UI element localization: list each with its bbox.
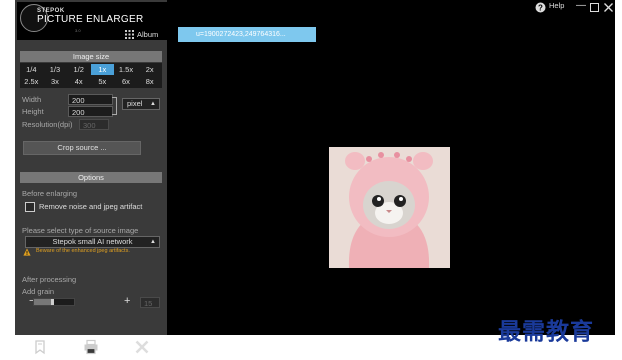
help-icon[interactable]: ? <box>535 2 546 13</box>
unit-select[interactable]: pixel ▲ <box>122 98 160 110</box>
resolution-label: Resolution(dpi) <box>22 120 73 129</box>
help-button[interactable]: Help <box>549 1 564 10</box>
window-close-icon[interactable] <box>604 3 613 12</box>
scale-option-1-4[interactable]: 1/4 <box>20 64 43 75</box>
grain-plus-button[interactable]: + <box>124 295 130 307</box>
scale-option-1x[interactable]: 1x <box>91 64 114 75</box>
watermark-text: 最需教育 <box>498 318 594 345</box>
warning-text: Beware of the enhanced jpeg artifacts. <box>36 248 130 254</box>
grain-slider[interactable] <box>33 298 75 306</box>
source-type-value: Stepok small AI network <box>52 237 133 246</box>
unit-select-value: pixel <box>127 99 143 108</box>
width-input[interactable]: 200 <box>68 94 113 105</box>
close-icon[interactable] <box>134 339 150 355</box>
preview-image <box>329 147 450 268</box>
logo-version: 3.0 <box>75 28 81 33</box>
remove-noise-checkbox[interactable] <box>25 202 35 212</box>
scale-option-1_5x[interactable]: 1.5x <box>115 64 138 75</box>
scale-option-5x[interactable]: 5x <box>91 76 114 87</box>
width-label: Width <box>22 95 42 104</box>
before-enlarging-label: Before enlarging <box>22 189 78 198</box>
scale-option-2_5x[interactable]: 2.5x <box>20 76 43 87</box>
height-label: Height <box>22 107 44 116</box>
scale-option-3x[interactable]: 3x <box>44 76 67 87</box>
source-type-label: Please select type of source image <box>22 226 139 235</box>
grain-slider-fill <box>34 299 51 305</box>
source-type-caret-icon: ▲ <box>150 239 156 245</box>
scale-option-2x[interactable]: 2x <box>138 64 161 75</box>
image-tab[interactable]: u=1900272423,249764316... <box>178 27 316 42</box>
scale-option-1-3[interactable]: 1/3 <box>44 64 67 75</box>
height-input[interactable]: 200 <box>68 106 113 117</box>
resolution-input[interactable]: 300 <box>79 119 109 130</box>
scale-option-4x[interactable]: 4x <box>67 76 90 87</box>
scale-option-6x[interactable]: 6x <box>115 76 138 87</box>
album-button[interactable]: Album <box>137 30 158 39</box>
maximize-icon[interactable] <box>590 3 599 12</box>
after-processing-label: After processing <box>22 275 77 284</box>
print-icon[interactable] <box>83 339 99 355</box>
svg-text:?: ? <box>538 4 543 13</box>
scale-grid: 1/4 1/3 1/2 1x 1.5x 2x 2.5x 3x 4x 5x 6x 8x <box>20 63 162 88</box>
grain-value-input[interactable]: 15 <box>140 297 160 308</box>
options-header: Options <box>20 172 162 183</box>
unit-caret-icon: ▲ <box>150 101 156 107</box>
grain-slider-thumb[interactable] <box>50 299 54 305</box>
scale-option-8x[interactable]: 8x <box>138 76 161 87</box>
source-type-select[interactable]: Stepok small AI network ▲ <box>25 236 160 248</box>
left-panel: STEPOK PICTURE ENLARGER 3.0 Image size 1… <box>15 0 167 335</box>
remove-noise-label: Remove noise and jpeg artifact <box>39 202 143 211</box>
warning-icon <box>23 248 31 256</box>
aspect-lock-icon[interactable] <box>112 97 117 115</box>
crop-source-button[interactable]: Crop source ... <box>23 141 141 155</box>
scale-option-1-2[interactable]: 1/2 <box>67 64 90 75</box>
grid-icon[interactable] <box>125 30 134 39</box>
minimize-icon[interactable]: — <box>576 1 586 11</box>
logo-brand-main: PICTURE ENLARGER <box>37 14 144 25</box>
save-icon[interactable] <box>32 339 48 355</box>
image-size-header: Image size <box>20 51 162 62</box>
add-grain-label: Add grain <box>22 287 55 296</box>
